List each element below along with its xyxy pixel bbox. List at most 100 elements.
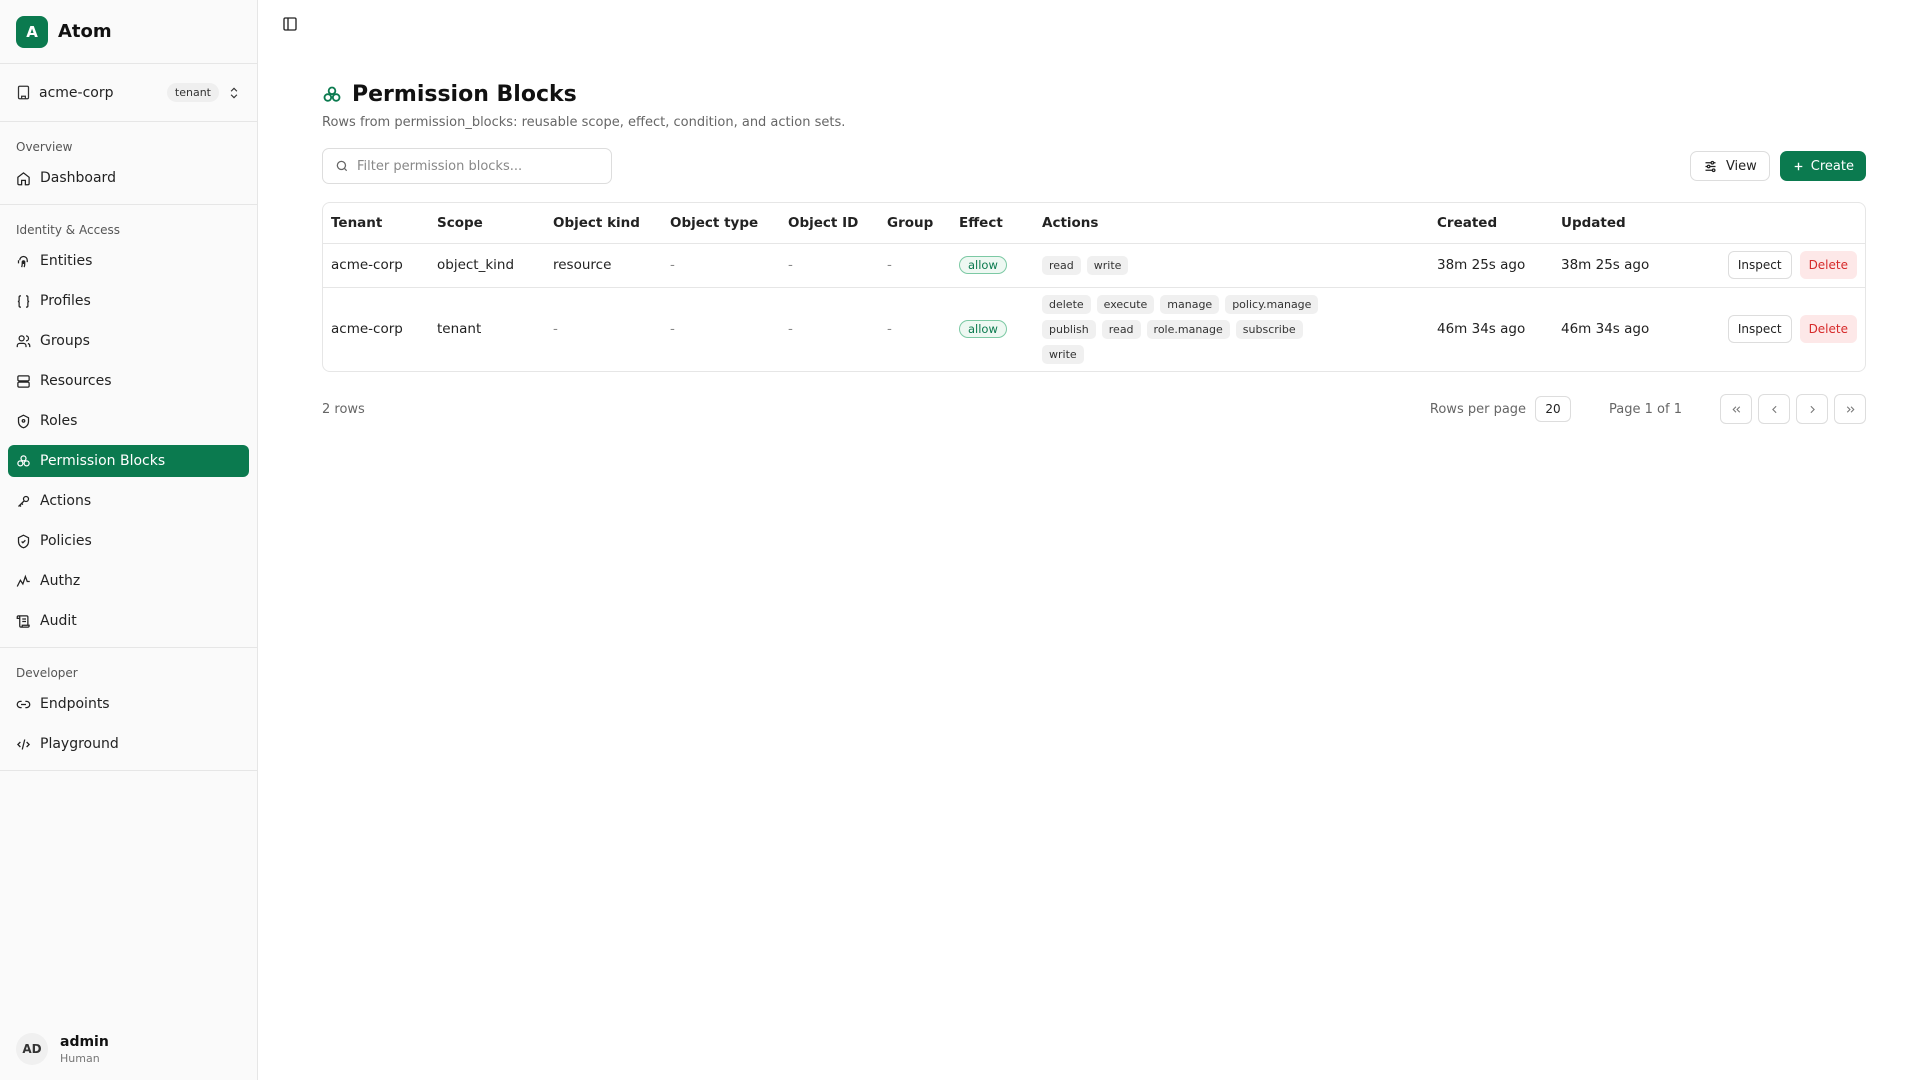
nav-section-developer: Developer Endpoints Playground [0,648,257,771]
brand-header: A Atom [0,0,257,64]
action-chip-list: delete execute manage policy.manage publ… [1042,289,1332,370]
create-button[interactable]: Create [1779,151,1866,181]
user-info: admin Human [60,1034,109,1065]
column-header-updated[interactable]: Updated [1553,203,1678,244]
cell-effect: allow [951,287,1034,371]
user-menu[interactable]: AD admin Human [0,1018,257,1080]
brand-name: Atom [58,21,112,42]
blocks-icon [322,85,342,105]
table-row[interactable]: acme-corp object_kind resource - - - all… [323,243,1865,288]
row-count: 2 rows [322,401,365,417]
database-icon [16,374,31,389]
next-page-button[interactable] [1796,394,1828,424]
search-icon [335,159,349,173]
column-header-effect[interactable]: Effect [951,203,1034,244]
cell-row-actions: Inspect Delete [1678,287,1865,371]
rows-per-page: Rows per page 20 [1430,396,1572,422]
sidebar-item-policies[interactable]: Policies [8,525,249,557]
chevron-right-icon [1806,403,1819,416]
tenant-switcher[interactable]: acme-corp tenant [0,64,257,122]
tenant-badge: tenant [166,83,219,102]
sidebar-item-permission-blocks[interactable]: Permission Blocks [8,445,249,477]
sidebar-item-audit[interactable]: Audit [8,605,249,637]
sidebar-item-actions[interactable]: Actions [8,485,249,517]
cell-group: - [887,321,892,338]
sidebar-item-label: Audit [40,613,77,629]
action-chip: publish [1042,319,1096,339]
toolbar: View Create [322,148,1866,184]
inspect-button[interactable]: Inspect [1727,315,1792,344]
column-header-object-id[interactable]: Object ID [780,203,879,244]
main-area: Permission Blocks Rows from permission_b… [258,0,1920,1080]
sidebar-item-label: Playground [40,736,119,752]
sidebar-item-roles[interactable]: Roles [8,405,249,437]
sidebar-item-label: Actions [40,493,92,509]
avatar: AD [16,1033,48,1065]
delete-button[interactable]: Delete [1799,315,1857,344]
sidebar-item-label: Profiles [40,293,91,309]
chevrons-up-down-icon [227,86,241,100]
scroll-icon [16,614,31,629]
search-input[interactable] [357,158,599,174]
last-page-button[interactable] [1834,394,1866,424]
column-header-row-actions [1678,203,1865,244]
table-row[interactable]: acme-corp tenant - - - - allow delete ex… [323,287,1865,371]
column-header-created[interactable]: Created [1429,203,1553,244]
sliders-icon [1703,159,1718,174]
page-title: Permission Blocks [352,82,577,107]
column-header-group[interactable]: Group [879,203,951,244]
user-role: Human [60,1051,100,1065]
braces-icon [16,294,31,309]
cell-object-type: - [662,243,780,288]
column-header-actions[interactable]: Actions [1034,203,1429,244]
action-chip: read [1042,255,1081,275]
inspect-button[interactable]: Inspect [1727,251,1792,279]
home-icon [16,171,31,186]
sidebar-item-resources[interactable]: Resources [8,365,249,397]
blocks-icon [16,454,31,469]
action-chip: subscribe [1235,319,1303,339]
sidebar-item-label: Resources [40,373,112,389]
delete-button[interactable]: Delete [1799,251,1857,279]
view-options-button[interactable]: View [1689,151,1770,181]
cell-updated: 46m 34s ago [1561,321,1650,338]
cell-created: 38m 25s ago [1429,243,1553,288]
sidebar-item-entities[interactable]: Entities [8,245,249,277]
users-icon [16,334,31,349]
cell-group: - [879,243,951,288]
brand-logo: A [16,15,48,48]
shield-icon [16,414,31,429]
sidebar-item-dashboard[interactable]: Dashboard [8,162,249,194]
cell-object-kind: resource [545,243,662,288]
previous-page-button[interactable] [1758,394,1790,424]
sidebar-item-authz[interactable]: Authz [8,565,249,597]
column-header-object-kind[interactable]: Object kind [545,203,662,244]
column-header-tenant[interactable]: Tenant [323,203,429,244]
sidebar-item-profiles[interactable]: Profiles [8,285,249,317]
activity-icon [16,574,31,589]
action-chip: policy.manage [1225,294,1319,314]
sidebar-item-label: Dashboard [40,170,116,186]
create-button-label: Create [1810,158,1854,174]
sidebar-toggle-button[interactable] [276,10,304,38]
effect-badge: allow [959,320,1007,339]
sidebar-item-groups[interactable]: Groups [8,325,249,357]
building-icon [16,85,31,100]
column-header-object-type[interactable]: Object type [662,203,780,244]
cell-tenant: acme-corp [323,243,429,288]
action-chip: write [1086,255,1129,275]
tenant-name: acme-corp [39,84,114,101]
sidebar-item-playground[interactable]: Playground [8,728,249,760]
rows-per-page-select[interactable]: 20 [1535,396,1572,422]
nav-section-identity: Identity & Access Entities Profiles Grou… [0,205,257,648]
sidebar-item-endpoints[interactable]: Endpoints [8,688,249,720]
action-chip: role.manage [1146,319,1230,339]
chevron-left-icon [1768,403,1781,416]
effect-badge: allow [959,256,1007,274]
column-header-scope[interactable]: Scope [429,203,545,244]
sidebar-item-label: Policies [40,533,92,549]
sidebar: A Atom acme-corp tenant Overview Dashboa… [0,0,258,1080]
first-page-button[interactable] [1720,394,1752,424]
action-chip: write [1042,344,1084,364]
